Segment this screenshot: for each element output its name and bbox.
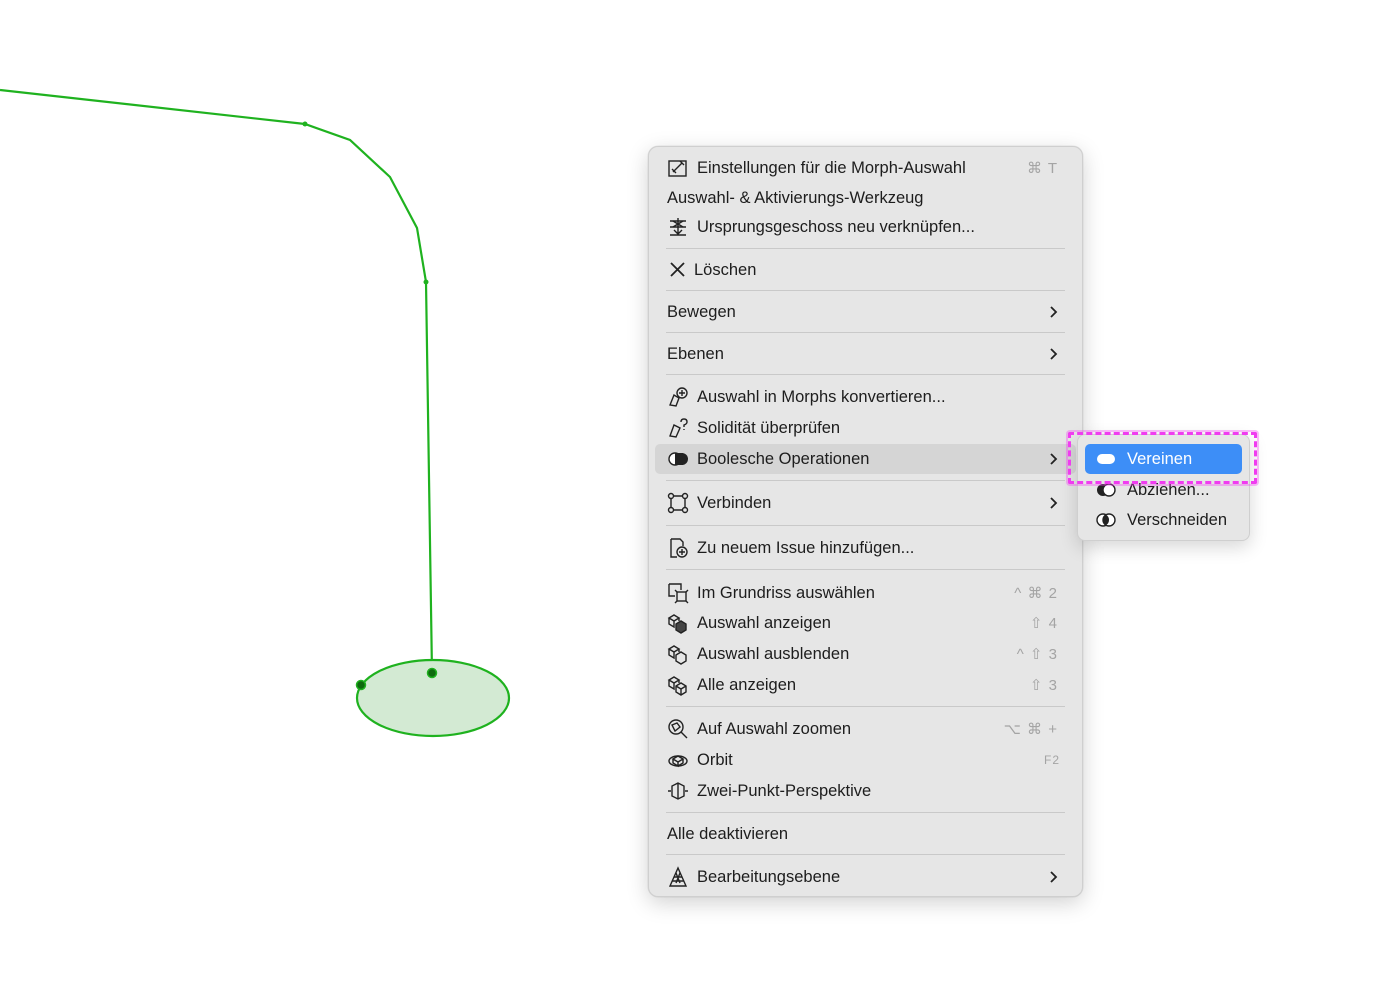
menu-item-label: Auswahl- & Aktivierungs-Werkzeug [667, 188, 924, 207]
ellipse-node[interactable] [426, 667, 438, 679]
menu-item-two-point-perspective[interactable]: Zwei-Punkt-Perspektive [655, 776, 1076, 806]
menu-separator [666, 374, 1065, 375]
menu-item-label: Alle anzeigen [697, 675, 797, 694]
connect-icon [666, 491, 690, 515]
show-all-icon [666, 673, 690, 697]
polyline-node[interactable] [423, 279, 429, 285]
menu-item-label: Einstellungen für die Morph-Auswahl [697, 158, 966, 177]
menu-item-select-in-floorplan[interactable]: Im Grundriss auswählen ^ ⌘ 2 [655, 578, 1076, 608]
chevron-right-icon [1050, 348, 1058, 360]
menu-item-relink-story[interactable]: Ursprungsgeschoss neu verknüpfen... [655, 212, 1076, 242]
menu-separator [666, 290, 1065, 291]
context-menu: Einstellungen für die Morph-Auswahl ⌘ T … [648, 146, 1083, 897]
morph-polyline[interactable] [0, 88, 434, 674]
chevron-right-icon [1050, 306, 1058, 318]
menu-item-deactivate-all[interactable]: Alle deaktivieren [655, 819, 1076, 849]
menu-item-label: Im Grundriss auswählen [697, 583, 875, 602]
chevron-right-icon [1050, 871, 1058, 883]
menu-item-selection-tool[interactable]: Auswahl- & Aktivierungs-Werkzeug [655, 183, 1076, 213]
boolean-icon [666, 447, 690, 471]
menu-item-add-issue[interactable]: Zu neuem Issue hinzufügen... [655, 533, 1076, 563]
menu-item-delete[interactable]: Löschen [655, 255, 1076, 285]
menu-item-layers[interactable]: Ebenen [655, 339, 1076, 369]
menu-item-morph-settings[interactable]: Einstellungen für die Morph-Auswahl ⌘ T [655, 153, 1076, 183]
menu-item-shortcut: F2 [1043, 753, 1060, 767]
menu-item-shortcut: ⇧ 3 [1029, 677, 1058, 694]
menu-item-label: Ursprungsgeschoss neu verknüpfen... [697, 217, 975, 236]
annotation-highlight-box [1068, 432, 1257, 484]
menu-item-convert-morphs[interactable]: Auswahl in Morphs konvertieren... [655, 382, 1076, 412]
chevron-right-icon [1050, 453, 1058, 465]
show-selection-icon [666, 611, 690, 635]
hide-selection-icon [666, 642, 690, 666]
menu-item-label: Auf Auswahl zoomen [697, 719, 852, 738]
menu-separator [666, 812, 1065, 813]
menu-item-label: Zwei-Punkt-Perspektive [697, 781, 872, 800]
menu-item-label: Löschen [694, 260, 757, 279]
menu-item-boolean-operations[interactable]: Boolesche Operationen [655, 444, 1076, 474]
menu-separator [666, 332, 1065, 333]
zoom-selection-icon [666, 717, 690, 741]
menu-item-label: Ebenen [667, 344, 724, 363]
morph-settings-icon [666, 156, 690, 180]
menu-item-hide-selection[interactable]: Auswahl ausblenden ^ ⇧ 3 [655, 639, 1076, 669]
menu-item-shortcut: ⌘ T [1026, 160, 1058, 177]
check-solidity-icon [666, 416, 690, 440]
floorplan-select-icon [666, 581, 690, 605]
menu-separator [666, 525, 1065, 526]
menu-item-label: Bearbeitungsebene [697, 867, 841, 886]
add-issue-icon [666, 536, 690, 560]
menu-item-edit-plane[interactable]: Bearbeitungsebene [655, 862, 1076, 892]
menu-item-orbit[interactable]: Orbit F2 [655, 745, 1076, 775]
menu-separator [666, 706, 1065, 707]
menu-item-zoom-to-selection[interactable]: Auf Auswahl zoomen ⌥ ⌘ + [655, 714, 1076, 744]
submenu-item-intersect[interactable]: Verschneiden [1085, 505, 1242, 535]
menu-item-label: Auswahl ausblenden [697, 644, 850, 663]
menu-item-label: Orbit [697, 750, 733, 769]
relink-story-icon [666, 215, 690, 239]
menu-item-check-solidity[interactable]: Solidität überprüfen [655, 413, 1076, 443]
menu-item-label: Verbinden [697, 493, 772, 512]
menu-item-shortcut: ^ ⌘ 2 [1014, 585, 1058, 602]
menu-item-shortcut: ^ ⇧ 3 [1016, 646, 1058, 663]
menu-separator [666, 854, 1065, 855]
polyline-node[interactable] [302, 121, 308, 127]
two-point-perspective-icon [666, 779, 690, 803]
menu-separator [666, 248, 1065, 249]
edit-plane-icon [666, 865, 690, 889]
menu-separator [666, 480, 1065, 481]
menu-separator [666, 569, 1065, 570]
convert-morph-icon [666, 385, 690, 409]
menu-item-label: Zu neuem Issue hinzufügen... [697, 538, 915, 557]
menu-item-shortcut: ⇧ 4 [1029, 615, 1058, 632]
intersect-icon [1094, 508, 1118, 532]
menu-item-label: Solidität überprüfen [697, 418, 841, 437]
menu-item-connect[interactable]: Verbinden [655, 488, 1076, 518]
menu-item-label: Auswahl anzeigen [697, 613, 831, 632]
menu-item-show-selection[interactable]: Auswahl anzeigen ⇧ 4 [655, 608, 1076, 638]
menu-item-label: Alle deaktivieren [667, 824, 789, 843]
menu-item-shortcut: ⌥ ⌘ + [1003, 721, 1058, 738]
menu-item-move[interactable]: Bewegen [655, 297, 1076, 327]
submenu-item-label: Verschneiden [1127, 510, 1227, 529]
close-icon [666, 258, 690, 282]
menu-item-label: Auswahl in Morphs konvertieren... [697, 387, 946, 406]
menu-item-label: Bewegen [667, 302, 736, 321]
ellipse-node[interactable] [355, 679, 367, 691]
menu-item-label: Boolesche Operationen [697, 449, 870, 468]
menu-item-show-all[interactable]: Alle anzeigen ⇧ 3 [655, 670, 1076, 700]
chevron-right-icon [1050, 497, 1058, 509]
orbit-icon [666, 748, 690, 772]
